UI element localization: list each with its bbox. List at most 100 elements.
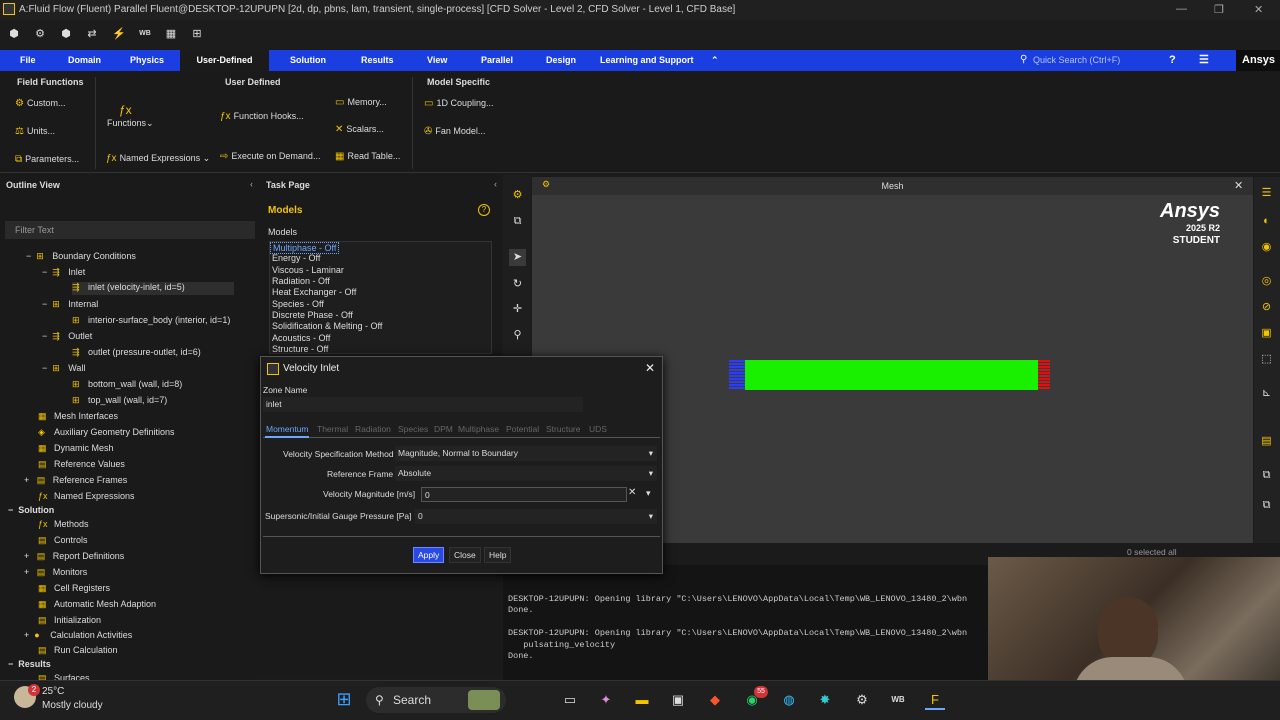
model-heat-exchanger[interactable]: Heat Exchanger - Off bbox=[272, 287, 356, 297]
menu-design[interactable]: Design bbox=[540, 50, 582, 71]
tab-uds[interactable]: UDS bbox=[589, 424, 607, 434]
tree-mesh-interfaces[interactable]: ▦ Mesh Interfaces bbox=[38, 411, 118, 422]
close-graphics-icon[interactable]: ✕ bbox=[1234, 179, 1243, 192]
tree-initialization[interactable]: ▤ Initialization bbox=[38, 615, 101, 626]
rotate-icon[interactable]: ↻ bbox=[509, 276, 526, 293]
pan-icon[interactable]: ✛ bbox=[509, 301, 526, 318]
quick-search-input[interactable]: ⚲ Quick Search (Ctrl+F) bbox=[1019, 50, 1155, 71]
menu-results[interactable]: Results bbox=[355, 50, 400, 71]
menu-user-defined[interactable]: User-Defined bbox=[180, 50, 269, 71]
eye-icon[interactable]: ◎ bbox=[1258, 273, 1275, 290]
list-icon[interactable]: ☰ bbox=[1193, 50, 1215, 71]
velocity-spec-select[interactable]: Magnitude, Normal to Boundary ▾ bbox=[395, 446, 657, 461]
model-discrete-phase[interactable]: Discrete Phase - Off bbox=[272, 310, 353, 320]
copy-window-icon[interactable]: ⧉ bbox=[1258, 497, 1275, 514]
help-icon[interactable]: ? bbox=[1163, 50, 1182, 71]
model-structure[interactable]: Structure - Off bbox=[272, 344, 328, 354]
tree-methods[interactable]: ƒx Methods bbox=[38, 519, 89, 529]
light-icon[interactable]: ◐ bbox=[1258, 213, 1275, 230]
model-viscous[interactable]: Viscous - Laminar bbox=[272, 265, 344, 275]
tab-thermal[interactable]: Thermal bbox=[317, 424, 348, 434]
brave-icon[interactable]: ◆ bbox=[705, 690, 725, 710]
menu-file[interactable]: File bbox=[14, 50, 42, 71]
ansys-app-icon[interactable]: ✸ bbox=[815, 690, 835, 710]
tab-potential[interactable]: Potential bbox=[506, 424, 539, 434]
tree-dynamic-mesh[interactable]: ▦ Dynamic Mesh bbox=[38, 443, 114, 454]
velocity-magnitude-input[interactable]: 0 bbox=[421, 487, 627, 502]
tree-cell-registers[interactable]: ▦ Cell Registers bbox=[38, 583, 110, 594]
pointer-icon[interactable]: ➤ bbox=[509, 249, 526, 266]
tree-monitors[interactable]: + ▤ Monitors bbox=[24, 567, 87, 578]
tree-named-expressions[interactable]: ƒx Named Expressions bbox=[38, 491, 135, 501]
box-icon[interactable]: ▣ bbox=[1258, 325, 1275, 342]
tree-interior-surface[interactable]: ⊞ interior-surface_body (interior, id=1) bbox=[72, 315, 230, 326]
tree-top-wall[interactable]: ⊞ top_wall (wall, id=7) bbox=[72, 395, 167, 406]
ref-frame-select[interactable]: Absolute ▾ bbox=[395, 466, 657, 481]
report-icon[interactable]: ▤ bbox=[1258, 433, 1275, 450]
parameters-button[interactable]: ⧉ Parameters... bbox=[15, 154, 79, 165]
file-explorer-icon[interactable]: ▬ bbox=[632, 690, 652, 710]
tab-species[interactable]: Species bbox=[398, 424, 428, 434]
memory-button[interactable]: ▭ Memory... bbox=[335, 97, 387, 108]
tab-radiation[interactable]: Radiation bbox=[355, 424, 391, 434]
tree-outlet-zone[interactable]: ⇶ outlet (pressure-outlet, id=6) bbox=[72, 347, 201, 358]
tree-mesh-adaption[interactable]: ▦ Automatic Mesh Adaption bbox=[38, 599, 156, 610]
tree-inlet[interactable]: − ⇶ Inlet bbox=[42, 267, 85, 278]
hide-icon[interactable]: ⊘ bbox=[1258, 299, 1275, 316]
task-view-icon[interactable]: ▭ bbox=[560, 690, 580, 710]
select-icon[interactable]: ⬚ bbox=[1258, 351, 1275, 368]
view-icon[interactable]: ☰ bbox=[1258, 185, 1275, 202]
units-button[interactable]: ⚖ Units... bbox=[15, 126, 55, 137]
tree-controls[interactable]: ▤ Controls bbox=[38, 535, 88, 546]
dialog-close-icon[interactable]: ✕ bbox=[645, 361, 655, 375]
help-circle-icon[interactable]: ? bbox=[478, 204, 490, 216]
function-hooks-button[interactable]: ƒx Function Hooks... bbox=[220, 111, 304, 122]
save-icon[interactable]: ⚙ bbox=[32, 26, 48, 42]
filter-text-input[interactable]: Filter Text bbox=[5, 221, 255, 239]
help-button[interactable]: Help bbox=[484, 547, 512, 563]
tree-internal[interactable]: − ⊞ Internal bbox=[42, 299, 98, 310]
case-icon[interactable]: ⬢ bbox=[58, 26, 74, 42]
tree-run-calculation[interactable]: ▤ Run Calculation bbox=[38, 645, 118, 656]
copilot-icon[interactable]: ✦ bbox=[596, 690, 616, 710]
refresh-icon[interactable]: ⇄ bbox=[84, 26, 100, 42]
close-window-icon[interactable]: ✕ bbox=[1254, 3, 1263, 16]
tree-auxiliary-geometry[interactable]: ◈ Auxiliary Geometry Definitions bbox=[38, 427, 175, 438]
tree-boundary-conditions[interactable]: − ⊞ Boundary Conditions bbox=[26, 251, 136, 262]
maximize-icon[interactable]: ❐ bbox=[1214, 3, 1224, 16]
tree-inlet-zone[interactable]: ⇶ inlet (velocity-inlet, id=5) bbox=[72, 282, 234, 295]
workbench-taskbar-icon[interactable]: WB bbox=[888, 690, 908, 710]
model-solidification[interactable]: Solidification & Melting - Off bbox=[272, 321, 382, 331]
tree-bottom-wall[interactable]: ⊞ bottom_wall (wall, id=8) bbox=[72, 379, 182, 390]
coupling-button[interactable]: ▭ 1D Coupling... bbox=[424, 98, 494, 109]
tree-wall[interactable]: − ⊞ Wall bbox=[42, 363, 85, 374]
menu-learning-support[interactable]: Learning and Support bbox=[594, 50, 700, 71]
tab-dpm[interactable]: DPM bbox=[434, 424, 453, 434]
menu-domain[interactable]: Domain bbox=[62, 50, 107, 71]
model-acoustics[interactable]: Acoustics - Off bbox=[272, 333, 330, 343]
execute-on-demand-button[interactable]: ⇨ Execute on Demand... bbox=[220, 151, 320, 162]
axes-icon[interactable]: ⊾ bbox=[1258, 385, 1275, 402]
named-expressions-button[interactable]: ƒx Named Expressions ⌄ bbox=[106, 153, 210, 164]
collapse-panel-icon[interactable]: ‹ bbox=[250, 179, 253, 189]
tab-momentum[interactable]: Momentum bbox=[266, 424, 309, 434]
chevron-down-icon[interactable]: ▾ bbox=[646, 488, 651, 499]
menu-solution[interactable]: Solution bbox=[284, 50, 332, 71]
zone-name-field[interactable]: inlet bbox=[263, 397, 583, 412]
tree-results[interactable]: − Results bbox=[8, 659, 51, 669]
bulb-icon[interactable]: ◉ bbox=[1258, 239, 1275, 256]
apply-button[interactable]: Apply bbox=[413, 547, 445, 563]
grid-icon[interactable]: ⊞ bbox=[189, 26, 205, 42]
model-radiation[interactable]: Radiation - Off bbox=[272, 276, 330, 286]
tree-calculation-activities[interactable]: + ● Calculation Activities bbox=[24, 630, 132, 640]
minimize-icon[interactable]: — bbox=[1176, 3, 1187, 15]
tree-solution[interactable]: − Solution bbox=[8, 505, 54, 515]
taskbar-search[interactable]: ⚲ Search bbox=[366, 687, 506, 713]
store-icon[interactable]: ▣ bbox=[668, 690, 688, 710]
functions-button[interactable]: Functions⌄ bbox=[107, 118, 154, 129]
workbench-icon[interactable]: WB bbox=[137, 26, 153, 42]
copy-icon[interactable]: ⧉ bbox=[509, 213, 526, 230]
fluent-taskbar-icon[interactable]: F bbox=[925, 690, 945, 710]
window-icon[interactable]: ⧉ bbox=[1258, 467, 1275, 484]
read-table-button[interactable]: ▦ Read Table... bbox=[335, 151, 400, 162]
